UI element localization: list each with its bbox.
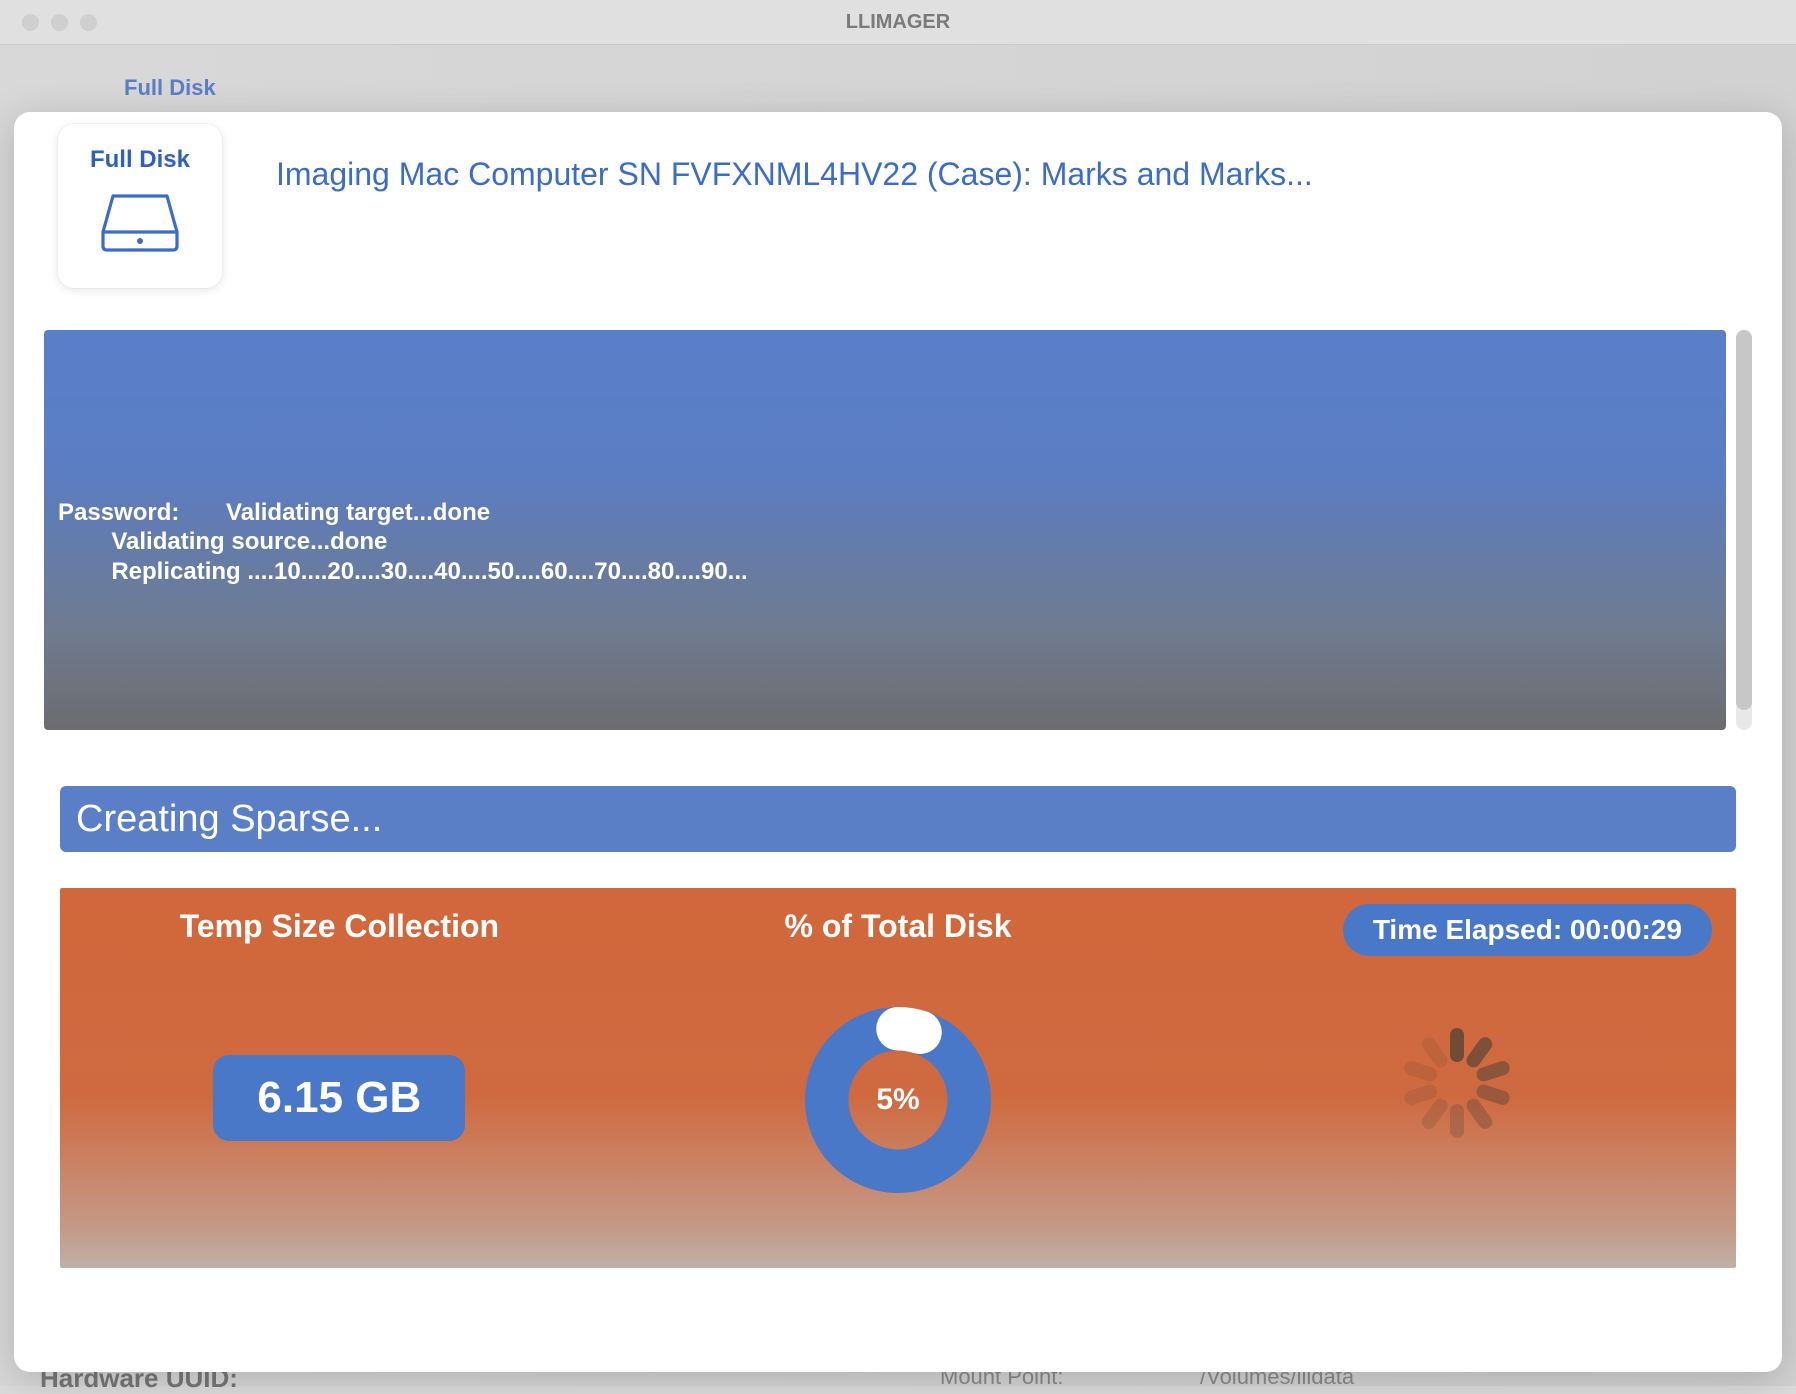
imaging-title: Imaging Mac Computer SN FVFXNML4HV22 (Ca…	[276, 156, 1742, 193]
log-area: Password: Validating target...done Valid…	[44, 330, 1752, 730]
percent-donut: 5%	[799, 1001, 997, 1199]
log-scrollbar[interactable]	[1736, 330, 1752, 730]
stats-panel: Temp Size Collection 6.15 GB % of Total …	[60, 888, 1736, 1268]
percent-text: 5%	[799, 1001, 997, 1199]
status-banner: Creating Sparse...	[60, 786, 1736, 852]
time-elapsed-value: 00:00:29	[1570, 914, 1682, 945]
minimize-window-button[interactable]	[51, 14, 68, 31]
col-temp-size: Temp Size Collection 6.15 GB	[60, 888, 619, 1268]
traffic-lights	[0, 14, 97, 31]
percent-label: % of Total Disk	[785, 908, 1012, 945]
spinner-blade	[1450, 1104, 1464, 1138]
parent-tab-full-disk[interactable]: Full Disk	[28, 69, 1768, 101]
close-window-button[interactable]	[22, 14, 39, 31]
window-title: LLIMAGER	[0, 11, 1796, 34]
spinner-blade	[1450, 1028, 1464, 1062]
sheet-header: Full Disk Imaging Mac Computer SN FVFXNM…	[14, 112, 1782, 302]
log-scrollbar-thumb[interactable]	[1736, 330, 1752, 710]
temp-size-label: Temp Size Collection	[180, 908, 499, 945]
imaging-progress-sheet: Full Disk Imaging Mac Computer SN FVFXNM…	[14, 112, 1782, 1372]
time-elapsed-pill: Time Elapsed: 00:00:29	[1343, 904, 1712, 956]
col-time-spinner: Time Elapsed: 00:00:29	[1177, 888, 1736, 1268]
temp-size-value: 6.15 GB	[213, 1055, 465, 1141]
disk-icon	[99, 192, 181, 254]
mode-card-title: Full Disk	[90, 146, 190, 174]
zoom-window-button[interactable]	[80, 14, 97, 31]
log-output: Password: Validating target...done Valid…	[44, 330, 1726, 730]
mode-card-full-disk[interactable]: Full Disk	[58, 124, 222, 288]
col-percent: % of Total Disk 5%	[619, 888, 1178, 1268]
window-titlebar: LLIMAGER	[0, 0, 1796, 45]
time-elapsed-label: Time Elapsed:	[1373, 914, 1570, 945]
spinner-icon	[1402, 1028, 1512, 1138]
